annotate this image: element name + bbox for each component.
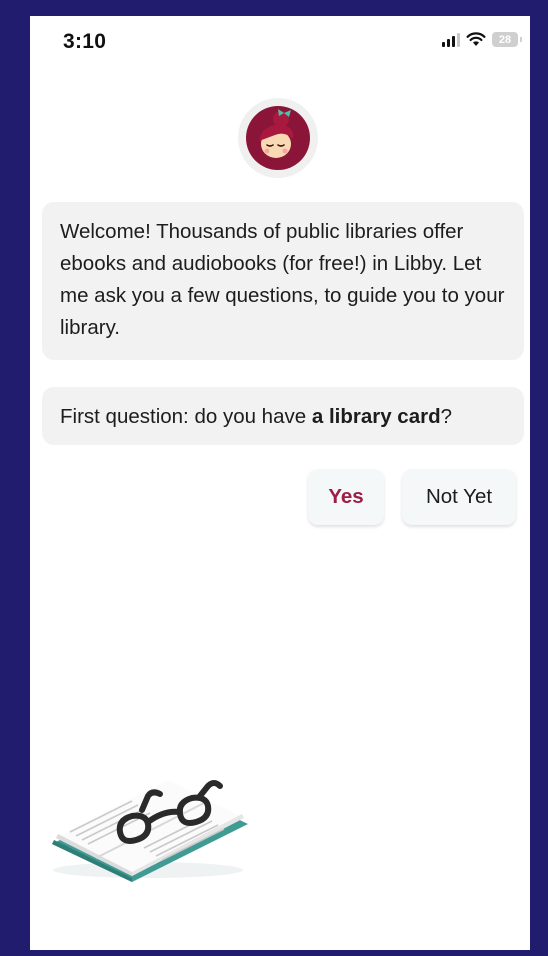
phone-screen: 3:10 28 Welcome! Thousands of public lib… (30, 16, 530, 950)
welcome-message: Welcome! Thousands of public libraries o… (42, 202, 524, 360)
battery-level: 28 (498, 33, 512, 46)
status-icons: 28 (442, 32, 522, 47)
open-book-with-glasses-icon (52, 780, 248, 882)
status-time: 3:10 (63, 30, 107, 53)
question-prefix: First question: do you have (60, 405, 312, 428)
question-suffix: ? (440, 405, 453, 428)
battery-icon: 28 (492, 32, 522, 47)
libby-avatar-icon (246, 106, 310, 170)
question-message: First question: do you have a library ca… (42, 387, 524, 445)
yes-button[interactable]: Yes (308, 469, 384, 525)
not-yet-button[interactable]: Not Yet (402, 469, 516, 525)
cellular-signal-icon (442, 32, 460, 47)
question-emphasis: a library card (311, 405, 441, 428)
welcome-message-text: Welcome! Thousands of public libraries o… (60, 220, 505, 339)
libby-avatar (238, 98, 318, 178)
wifi-icon (466, 32, 486, 46)
